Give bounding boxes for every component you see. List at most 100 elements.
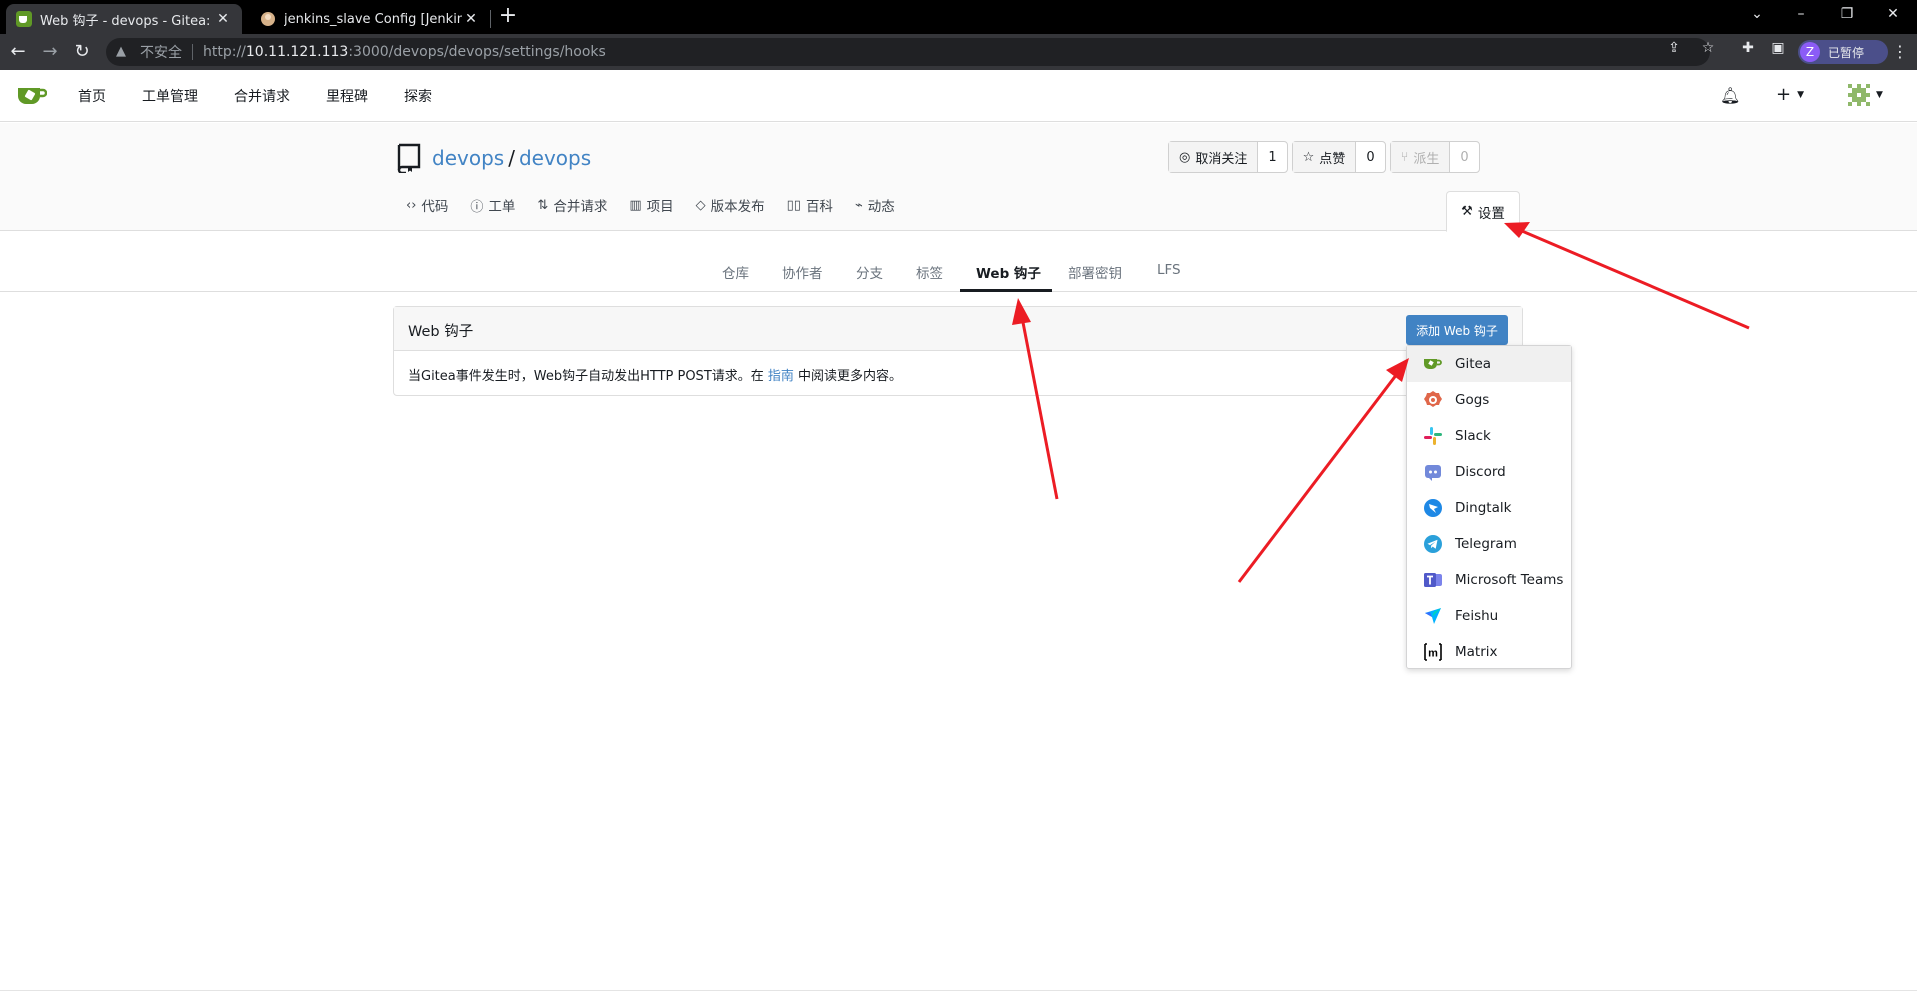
url-scheme: http:// [203,44,246,60]
nav-issues[interactable]: 工单管理 [142,86,198,106]
menu-item-gogs[interactable]: Gogs [1407,382,1571,418]
browser-tabstrip: Web 钩子 - devops - Gitea: Git ✕ jenkins_s… [0,0,1917,34]
warning-icon: ▲ [116,44,126,59]
menu-item-dingtalk[interactable]: Dingtalk [1407,490,1571,526]
reload-icon[interactable]: ↻ [70,40,94,64]
watch-label: 取消关注 [1195,151,1248,167]
menu-item-label: Microsoft Teams [1455,572,1564,588]
tab-projects[interactable]: ▥ 项目 [629,195,673,216]
tab-pulls[interactable]: ⇅ 合并请求 [537,195,607,216]
share-icon[interactable]: ⇪ [1666,40,1682,56]
address-bar[interactable]: ▲ 不安全 http://10.11.121.113:3000/devops/d… [106,38,1710,66]
tools-icon: ⚒ [1461,204,1473,219]
tab-label: 工单 [488,199,516,215]
gitea-navbar: 首页 工单管理 合并请求 里程碑 探索 🔔︎ + ▼ ▼ [0,70,1917,122]
star-button[interactable]: ☆ 点赞 0 [1291,141,1386,173]
fork-label-wrap: ⑂ 派生 [1390,142,1451,172]
subnav-lfs[interactable]: LFS [1157,262,1181,278]
nav-home[interactable]: 首页 [78,86,106,106]
extensions-icon[interactable]: ✚ [1740,40,1756,56]
nav-milestones[interactable]: 里程碑 [326,86,368,106]
tab-wiki[interactable]: ▯▯ 百科 [786,195,833,216]
tab-label: 动态 [867,199,895,215]
restore-icon[interactable]: ❐ [1824,0,1870,30]
subnav-deploy-keys[interactable]: 部署密钥 [1068,262,1122,282]
tab-releases[interactable]: ◇ 版本发布 [696,195,765,216]
browser-menu-icon[interactable]: ⋮ [1888,40,1912,64]
insecure-label: 不安全 [140,45,182,61]
watch-count[interactable]: 1 [1258,142,1286,172]
tab-code[interactable]: ‹› 代码 [406,195,449,216]
browser-toolbar: ← → ↻ ▲ 不安全 http://10.11.121.113:3000/de… [0,34,1917,70]
matrix-icon: m [1424,643,1442,661]
subnav-tags[interactable]: 标签 [916,262,943,282]
fork-count[interactable]: 0 [1450,142,1478,172]
tab-label: 代码 [421,199,449,215]
nav-pulls[interactable]: 合并请求 [234,86,290,106]
watch-button[interactable]: ◎ 取消关注 1 [1168,141,1288,173]
menu-item-telegram[interactable]: Telegram [1407,526,1571,562]
close-window-icon[interactable]: ✕ [1870,0,1916,30]
back-icon[interactable]: ← [6,40,30,64]
add-webhook-button[interactable]: 添加 Web 钩子 [1406,315,1508,345]
nav-explore[interactable]: 探索 [404,86,432,106]
repo-title: devops / devops [432,146,591,170]
menu-item-msteams[interactable]: Microsoft Teams [1407,562,1571,598]
code-icon: ‹› [406,197,417,213]
bookmark-star-icon[interactable]: ☆ [1700,40,1716,56]
menu-item-matrix[interactable]: m Matrix [1407,634,1571,670]
repo-owner-link[interactable]: devops [432,146,504,170]
notification-bell-icon[interactable]: 🔔︎ [1720,86,1740,105]
browser-tab-jenkins[interactable]: jenkins_slave Config [Jenkins] ✕ [250,4,490,34]
tab-separator [490,10,491,28]
forward-icon[interactable]: → [38,40,62,64]
menu-item-feishu[interactable]: Feishu [1407,598,1571,634]
create-menu[interactable]: + ▼ [1776,84,1804,105]
fork-icon: ⑂ [1400,149,1409,165]
fork-label: 派生 [1413,151,1440,167]
gogs-icon [1424,391,1442,407]
subnav-repo[interactable]: 仓库 [722,262,749,282]
watch-label-wrap: ◎ 取消关注 [1169,142,1259,172]
guide-link[interactable]: 指南 [768,369,794,384]
gitea-logo-icon[interactable] [17,84,47,106]
tab-label: 百科 [805,199,833,215]
tab-search-icon[interactable]: ⌄ [1734,0,1780,30]
tab-settings[interactable]: ⚒ 设置 [1446,191,1520,232]
tab-issues[interactable]: ⓘ 工单 [470,195,515,215]
plus-icon: + [1776,84,1792,105]
browser-tab-gitea[interactable]: Web 钩子 - devops - Gitea: Git ✕ [6,4,242,34]
omnibox-separator [192,44,193,60]
minimize-icon[interactable]: – [1778,0,1824,30]
subnav-collaborators[interactable]: 协作者 [782,262,823,282]
menu-item-gitea[interactable]: Gitea [1407,346,1571,382]
tab-title: Web 钩子 - devops - Gitea: Git [40,13,214,29]
dingtalk-icon [1424,499,1442,517]
star-count[interactable]: 0 [1356,142,1384,172]
side-panel-icon[interactable]: ▣ [1770,40,1786,56]
star-label-wrap: ☆ 点赞 [1292,142,1357,172]
tab-close-icon[interactable]: ✕ [214,11,232,27]
new-tab-icon[interactable]: + [496,5,520,29]
menu-item-label: Telegram [1455,536,1517,552]
repo-header: devops / devops ◎ 取消关注 1 ☆ 点赞 0 ⑂ 派生 0 ‹› 代码 ⓘ… [0,123,1917,231]
profile-button[interactable]: Z 已暂停 [1798,40,1888,64]
tab-close-icon[interactable]: ✕ [462,11,480,27]
gitea-favicon-icon [16,11,32,27]
star-icon: ☆ [1302,149,1315,165]
menu-item-slack[interactable]: Slack [1407,418,1571,454]
desc-text-before: 当Gitea事件发生时，Web钩子自动发出HTTP POST请求。在 [408,369,768,384]
active-tab-underline [960,289,1052,292]
repo-name-link[interactable]: devops [519,146,591,170]
repo-title-slash: / [508,146,515,170]
fork-button[interactable]: ⑂ 派生 0 [1389,141,1480,173]
menu-item-discord[interactable]: Discord [1407,454,1571,490]
user-menu[interactable]: ▼ [1848,84,1883,106]
tab-activity[interactable]: ⌁ 动态 [855,195,895,216]
url-host: 10.11.121.113 [245,44,349,60]
subnav-webhooks[interactable]: Web 钩子 [976,262,1041,282]
profile-label: 已暂停 [1828,45,1865,60]
book-icon: ▯▯ [786,197,801,213]
avatar [1848,84,1870,106]
subnav-branches[interactable]: 分支 [856,262,883,282]
